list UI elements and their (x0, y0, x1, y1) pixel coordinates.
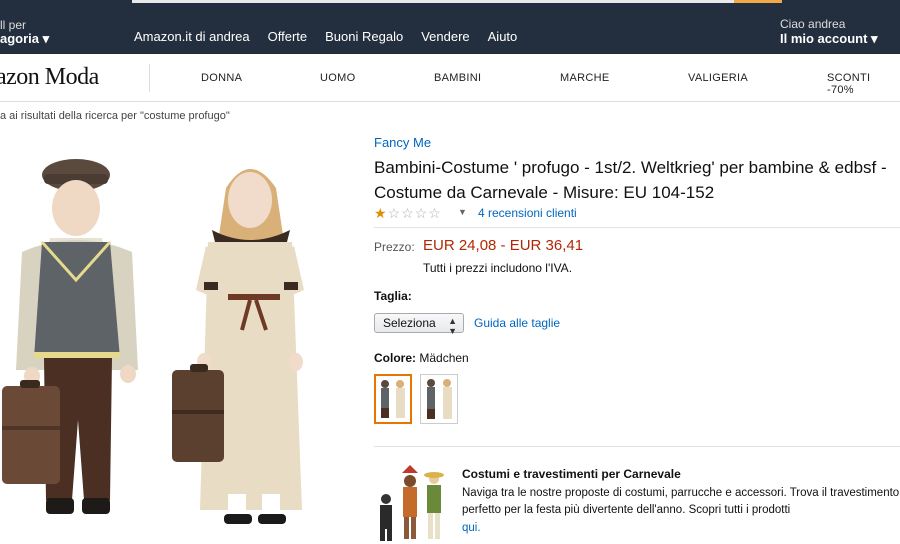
star-icon: ★ (374, 205, 388, 221)
color-swatch-alt[interactable] (420, 374, 458, 424)
account-greeting[interactable]: Ciao andrea (780, 17, 845, 31)
size-selected-value: Seleziona (383, 316, 436, 330)
account-menu-button[interactable]: Il mio account ▾ (780, 31, 878, 47)
promo-title: Costumi e travestimenti per Carnevale (462, 467, 681, 481)
star-rating[interactable]: ★☆☆☆☆ (374, 205, 442, 222)
reviews-link[interactable]: 4 recensioni clienti (478, 206, 577, 220)
divider (374, 227, 900, 228)
search-bar[interactable] (132, 0, 782, 3)
size-label: Taglia: (374, 289, 412, 303)
color-swatch-maedchen[interactable] (374, 374, 412, 424)
moda-cat-uomo[interactable]: UOMO (320, 72, 355, 84)
nav-link-offerte[interactable]: Offerte (268, 29, 308, 44)
nav-link-amazon-it[interactable]: Amazon.it di andrea (134, 29, 250, 44)
category-menu-button[interactable]: agoria ▾ (0, 31, 49, 47)
product-image[interactable] (0, 130, 340, 540)
nav-link-vendere[interactable]: Vendere (421, 29, 469, 44)
moda-cat-valigeria[interactable]: VALIGERIA (688, 72, 748, 84)
category-menu-label[interactable]: ll per (0, 18, 26, 32)
moda-cat-donna[interactable]: DONNA (201, 72, 242, 84)
star-icon: ☆ (401, 205, 415, 221)
swatch-thumbnail-icon (427, 379, 452, 419)
star-icon: ☆ (387, 205, 402, 221)
rating-dropdown-icon[interactable]: ▼ (458, 207, 467, 217)
top-nav: ll per agoria ▾ Amazon.it di andrea Offe… (0, 0, 900, 54)
moda-cat-marche[interactable]: MARCHE (560, 72, 609, 84)
carnival-costumes-image[interactable] (372, 463, 452, 543)
size-dropdown[interactable]: Seleziona ▲ ▼ (374, 313, 464, 336)
promo-text: Naviga tra le nostre proposte di costumi… (462, 487, 900, 516)
search-button[interactable] (734, 0, 782, 3)
price-label: Prezzo: (374, 240, 415, 254)
price-range: EUR 24,08 - EUR 36,41 (423, 237, 584, 254)
brand-link[interactable]: Fancy Me (374, 135, 431, 150)
vat-note: Tutti i prezzi includono l'IVA. (423, 261, 573, 275)
boy-figure-illustration (2, 159, 138, 514)
moda-category-bar: azon Moda DONNA UOMO BAMBINI MARCHE VALI… (0, 54, 900, 102)
color-label-key: Colore: (374, 351, 416, 365)
nav-link-aiuto[interactable]: Aiuto (488, 29, 518, 44)
size-guide-link[interactable]: Guida alle taglie (474, 316, 560, 330)
moda-divider (149, 64, 150, 92)
color-value: Mädchen (419, 351, 469, 365)
nav-link-buoni-regalo[interactable]: Buoni Regalo (325, 29, 403, 44)
select-arrows-icon: ▲ ▼ (448, 316, 457, 336)
product-title: Bambini-Costume ' profugo - 1st/2. Weltk… (374, 158, 887, 202)
star-icon: ☆ (414, 205, 429, 221)
moda-cat-bambini[interactable]: BAMBINI (434, 72, 481, 84)
amazon-moda-logo[interactable]: azon Moda (0, 64, 99, 91)
moda-cat-sconti[interactable]: SCONTI -70% (827, 72, 900, 96)
star-icon: ☆ (428, 205, 442, 221)
promo-link[interactable]: qui. (462, 522, 481, 534)
divider (374, 446, 900, 447)
girl-figure-illustration (172, 169, 304, 524)
back-to-results-link[interactable]: a ai risultati della ricerca per "costum… (0, 110, 230, 122)
color-label: Colore: Mädchen (374, 351, 469, 365)
nav-links: Amazon.it di andrea Offerte Buoni Regalo… (134, 29, 517, 44)
swatch-thumbnail-icon (381, 380, 405, 418)
